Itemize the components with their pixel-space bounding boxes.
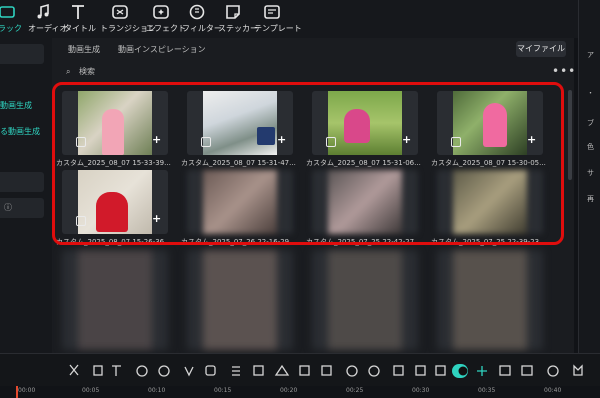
speed-icon [136, 365, 148, 377]
left-sidebar: ▾ AI 動画生成 る動画生成 ⓘ [0, 38, 52, 353]
select-icon [299, 365, 310, 376]
snap-icon [477, 366, 487, 376]
ruler-tick: 00:25 [346, 387, 364, 394]
sidebar-collapsed-item[interactable] [0, 44, 44, 64]
highlight-frame [52, 82, 564, 245]
blurred-thumbnail[interactable] [62, 250, 168, 350]
top-toolbar: トラック オーディオ タイトル トランジション エフェクト フィルター ステッカ… [0, 0, 600, 38]
zoom-icon [547, 365, 559, 377]
toggle-knob-icon [458, 366, 468, 376]
tab-video-gen[interactable]: 動画生成 [68, 44, 100, 55]
crop-icon [205, 365, 216, 376]
ruler-tick: 00:15 [214, 387, 232, 394]
toolbar-audio[interactable]: オーディオ [28, 3, 67, 37]
ai-tool-icon [393, 365, 404, 376]
frame-icon [253, 365, 264, 376]
timeline-ruler[interactable]: 00:00 00:05 00:10 00:15 00:20 00:25 00:3… [0, 386, 600, 398]
right-panel-item: ブ [587, 119, 594, 127]
ruler-tick: 00:10 [148, 387, 166, 394]
search-placeholder: 検索 [79, 67, 96, 76]
pip-icon [499, 365, 511, 376]
search-field[interactable]: ⌕ 検索 [66, 66, 95, 77]
template-icon [264, 5, 280, 19]
text-icon [112, 365, 121, 376]
ruler-tick: 00:30 [412, 387, 430, 394]
ruler-tick: 00:05 [82, 387, 100, 394]
render-icon [521, 365, 533, 376]
shield-icon [573, 364, 583, 376]
filter-icon [189, 4, 205, 20]
split-icon [435, 365, 446, 376]
adjust-icon [232, 366, 240, 376]
toolbar-template[interactable]: テンプレート [254, 3, 302, 37]
sidebar-item-video-gen-2[interactable]: る動画生成 [0, 126, 44, 137]
timeline-toolbar [0, 353, 600, 386]
blurred-thumbnail[interactable] [187, 250, 293, 350]
search-icon: ⌕ [66, 67, 71, 76]
blurred-thumbnail[interactable] [437, 250, 543, 350]
track-icon [0, 6, 15, 18]
right-panel: ア ・ ブ 色 サ 再 [578, 0, 600, 353]
toolbar-transition[interactable]: トランジション [100, 3, 156, 37]
group-icon [415, 365, 426, 376]
info-icon: ⓘ [4, 203, 12, 212]
effect-sparkle-icon [153, 5, 169, 19]
ruler-tick: 00:00 [18, 387, 36, 394]
music-note-icon [37, 3, 49, 19]
timer-icon [158, 365, 170, 377]
mark-icon [184, 366, 194, 377]
sidebar-box-2[interactable] [0, 172, 44, 192]
mic-icon [368, 365, 380, 377]
sticker-icon [226, 5, 240, 19]
title-t-icon [72, 5, 84, 19]
right-panel-item: 再 [587, 195, 594, 203]
tab-video-inspiration[interactable]: 動画インスピレーション [118, 44, 206, 55]
toolbar-track[interactable]: トラック [0, 3, 22, 37]
scrollbar[interactable] [568, 90, 572, 180]
ruler-tick: 00:35 [478, 387, 496, 394]
toolbar-filter[interactable]: フィルター [182, 3, 222, 37]
delete-icon [93, 365, 103, 376]
sidebar-box-3[interactable]: ⓘ [0, 198, 44, 218]
blurred-thumbnail[interactable] [312, 250, 418, 350]
timeline-tool-icons[interactable] [0, 354, 600, 387]
right-panel-item: ア [587, 51, 594, 59]
playhead[interactable] [16, 386, 18, 398]
snapshot-icon [321, 365, 332, 376]
color-icon [274, 364, 290, 376]
sidebar-item-video-gen[interactable]: 動画生成 [0, 100, 44, 111]
toolbar-title[interactable]: タイトル [64, 3, 96, 37]
right-panel-item: サ [587, 169, 594, 177]
toolbar-sticker[interactable]: ステッカー [218, 3, 258, 37]
ruler-tick: 00:20 [280, 387, 298, 394]
record-icon [346, 365, 358, 377]
right-panel-item: ・ [587, 89, 594, 97]
toolbar-effect[interactable]: エフェクト [146, 3, 186, 37]
right-panel-item: 色 [587, 143, 594, 151]
more-options-icon[interactable]: ••• [552, 64, 576, 78]
cut-icon [69, 364, 79, 376]
transition-icon [112, 5, 128, 19]
ruler-tick: 00:40 [544, 387, 562, 394]
my-file-button[interactable]: マイファイル [516, 41, 566, 57]
